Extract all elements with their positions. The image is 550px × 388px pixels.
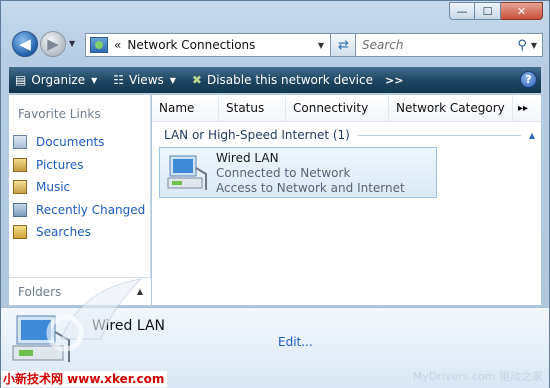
disable-network-icon: ✖	[191, 73, 202, 87]
group-title: LAN or High-Speed Internet (1)	[164, 128, 350, 142]
address-dropdown[interactable]: ▼	[318, 41, 324, 50]
watermark-logo-icon	[46, 278, 143, 352]
column-header-name[interactable]: Name	[152, 95, 219, 121]
network-connections-icon	[90, 37, 108, 53]
favorite-link-label: Music	[36, 180, 71, 195]
favorite-link-recently-changed[interactable]: Recently Changed	[13, 199, 145, 222]
watermark-left: 小新技术网 www.xker.com	[1, 371, 167, 387]
address-bar[interactable]: « Network Connections ▼	[85, 33, 331, 57]
organize-icon: ▤	[15, 73, 27, 87]
help-icon: ?	[525, 73, 532, 86]
favorite-links-title: Favorite Links	[18, 107, 101, 121]
group-header[interactable]: LAN or High-Speed Internet (1) ▲	[164, 127, 535, 143]
more-columns-button[interactable]: ▸▸	[513, 95, 533, 121]
organize-label: Organize	[31, 73, 86, 87]
connection-name: Wired LAN	[216, 151, 279, 165]
chevron-down-icon: ▼	[169, 75, 176, 85]
caption-buttons: — ☐ ✕	[449, 2, 543, 20]
connection-status: Connected to Network	[216, 166, 351, 180]
recently-changed-icon	[13, 202, 27, 217]
refresh-icon: ⇄	[338, 37, 349, 53]
address-path[interactable]: Network Connections	[127, 38, 318, 52]
navigation-row: ◀ ▶ ▼ « Network Connections ▼ ⇄ ⚲ ▼	[9, 29, 543, 59]
music-icon	[13, 180, 27, 195]
search-dropdown[interactable]: ▼	[531, 41, 537, 50]
back-arrow-icon: ◀	[19, 35, 31, 53]
views-icon: ☷	[113, 73, 125, 87]
back-button[interactable]: ◀	[12, 31, 38, 57]
connection-connectivity: Access to Network and Internet	[216, 181, 405, 195]
column-header-status[interactable]: Status	[219, 95, 286, 121]
favorite-link-documents[interactable]: Documents	[13, 131, 145, 154]
favorite-link-label: Searches	[36, 225, 91, 240]
views-label: Views	[129, 73, 164, 87]
favorite-link-music[interactable]: Music	[13, 176, 145, 199]
file-list-view: Name Status Connectivity Network Categor…	[152, 95, 541, 305]
more-commands-button[interactable]: >>	[385, 74, 403, 87]
network-adapter-icon	[167, 155, 207, 190]
help-button[interactable]: ?	[520, 71, 537, 88]
column-header-network-category[interactable]: Network Category	[389, 95, 513, 121]
favorite-link-pictures[interactable]: Pictures	[13, 154, 145, 177]
searches-icon	[13, 225, 27, 240]
list-item-text: Wired LAN Connected to Network Access to…	[216, 151, 405, 196]
maximize-button[interactable]: ☐	[475, 2, 501, 20]
favorite-links-list: Documents Pictures Music Recently Change…	[13, 131, 145, 244]
favorite-link-label: Documents	[36, 135, 105, 150]
column-header-connectivity[interactable]: Connectivity	[286, 95, 389, 121]
organize-button[interactable]: ▤ Organize ▼	[15, 73, 97, 87]
disable-device-button[interactable]: ✖ Disable this network device	[192, 73, 373, 87]
list-item[interactable]: Wired LAN Connected to Network Access to…	[159, 147, 437, 198]
close-button[interactable]: ✕	[501, 2, 543, 20]
favorite-link-label: Pictures	[36, 157, 84, 172]
forward-button[interactable]: ▶	[40, 31, 66, 57]
edit-link[interactable]: Edit...	[278, 335, 313, 349]
chevron-down-icon: ▼	[91, 75, 98, 85]
explorer-window: — ☐ ✕ ◀ ▶ ▼ « Network Connections ▼ ⇄ ⚲ …	[0, 0, 550, 388]
refresh-button[interactable]: ⇄	[331, 33, 357, 57]
command-bar: ▤ Organize ▼ ☷ Views ▼ ✖ Disable this ne…	[9, 67, 541, 93]
search-icon[interactable]: ⚲	[517, 38, 527, 53]
column-headers: Name Status Connectivity Network Categor…	[152, 95, 541, 122]
disable-device-label: Disable this network device	[206, 73, 373, 87]
views-button[interactable]: ☷ Views ▼	[113, 73, 176, 87]
favorite-link-label: Recently Changed	[36, 202, 146, 217]
favorite-link-searches[interactable]: Searches	[13, 221, 145, 244]
group-divider	[357, 134, 521, 136]
forward-arrow-icon: ▶	[47, 35, 59, 53]
minimize-button[interactable]: —	[449, 2, 475, 20]
pictures-icon	[13, 157, 27, 172]
breadcrumb-overflow[interactable]: «	[114, 38, 121, 52]
documents-icon	[13, 135, 27, 150]
search-box[interactable]: ⚲ ▼	[355, 33, 543, 57]
watermark-right: MyDrivers.com 驱动之家	[412, 370, 543, 383]
search-input[interactable]	[362, 38, 518, 52]
chevron-up-icon[interactable]: ▲	[529, 131, 535, 140]
recent-pages-dropdown[interactable]: ▼	[69, 39, 75, 48]
